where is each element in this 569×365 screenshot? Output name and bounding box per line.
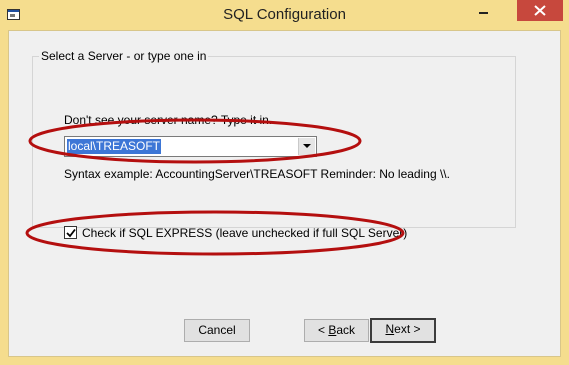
- back-label-rest: ack: [336, 323, 356, 337]
- syntax-example-label: Syntax example: AccountingServer\TREASOF…: [64, 167, 450, 181]
- minimize-button[interactable]: [470, 0, 497, 21]
- chevron-down-icon: [303, 144, 311, 148]
- cancel-button[interactable]: Cancel: [184, 319, 250, 342]
- checkmark-icon: [66, 228, 76, 238]
- next-button[interactable]: Next >: [370, 318, 436, 343]
- server-input-value[interactable]: local\TREASOFT: [67, 139, 162, 154]
- back-arrow-char: <: [317, 323, 325, 337]
- group-legend: Select a Server - or type one in: [39, 49, 209, 63]
- server-hint-label: Don't see your server name? Type it in.: [64, 113, 273, 127]
- next-mnemonic: N: [385, 322, 395, 336]
- sql-configuration-window: SQL Configuration Select a Server - or t…: [0, 0, 569, 365]
- close-button[interactable]: [517, 0, 563, 21]
- sql-express-label[interactable]: Check if SQL EXPRESS (leave unchecked if…: [82, 226, 407, 240]
- back-button[interactable]: < Back: [304, 319, 369, 342]
- title-bar[interactable]: SQL Configuration: [0, 0, 569, 30]
- minimize-icon: [479, 12, 488, 14]
- next-label-rest: ext >: [394, 322, 421, 336]
- sql-express-checkbox[interactable]: [64, 226, 77, 239]
- server-combobox[interactable]: local\TREASOFT: [64, 136, 317, 157]
- server-dropdown-button[interactable]: [298, 138, 315, 155]
- close-icon: [534, 5, 546, 16]
